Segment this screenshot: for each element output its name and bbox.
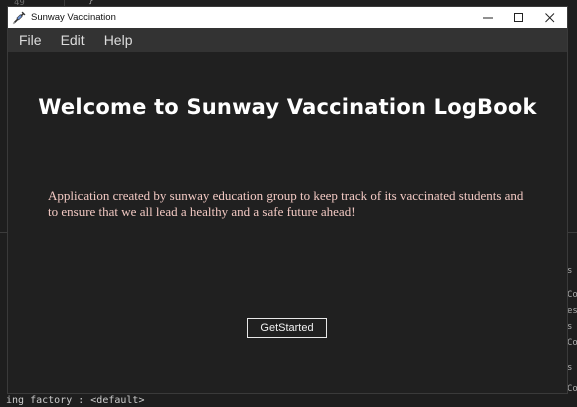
editor-right-fragment: Co	[567, 384, 577, 394]
app-description: Application created by sunway education …	[48, 188, 524, 219]
editor-right-fragment: s	[567, 363, 573, 373]
syringe-icon	[12, 11, 26, 25]
welcome-heading: Welcome to Sunway Vaccination LogBook	[38, 95, 537, 119]
main-content: Welcome to Sunway Vaccination LogBook Ap…	[8, 52, 567, 393]
editor-right-fragment: Co	[567, 290, 577, 300]
app-window: Sunway Vaccination File Edit Help Welcom…	[8, 7, 567, 393]
minimize-button[interactable]	[472, 7, 503, 28]
get-started-button[interactable]: GetStarted	[247, 318, 327, 338]
editor-output-text: ing factory : <default>	[6, 395, 145, 406]
close-icon	[544, 12, 554, 22]
editor-panel-divider-left	[0, 232, 8, 233]
maximize-icon	[513, 12, 523, 22]
maximize-button[interactable]	[503, 7, 534, 28]
menu-file[interactable]: File	[8, 32, 42, 48]
editor-code-fragment: }	[88, 0, 94, 6]
window-titlebar[interactable]: Sunway Vaccination	[8, 7, 567, 28]
editor-right-fragment: s	[567, 322, 573, 332]
close-button[interactable]	[534, 7, 565, 28]
menu-help[interactable]: Help	[93, 32, 133, 48]
editor-right-fragment: s	[567, 266, 573, 276]
minimize-icon	[482, 17, 493, 18]
menu-bar: File Edit Help	[8, 28, 567, 52]
editor-right-fragment: es	[567, 306, 577, 316]
editor-right-fragment: Co	[567, 338, 577, 348]
menu-edit[interactable]: Edit	[50, 32, 85, 48]
editor-panel-divider-right	[567, 232, 577, 233]
window-title: Sunway Vaccination	[31, 12, 116, 23]
